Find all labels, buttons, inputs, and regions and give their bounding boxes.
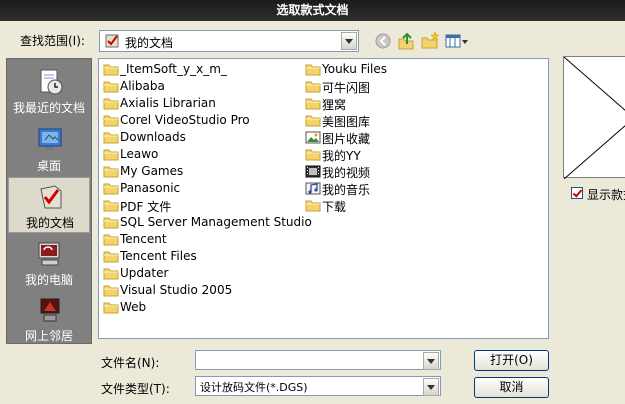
folder-icon	[305, 149, 321, 161]
place-label: 我的文档	[25, 216, 74, 230]
places-bar: 我最近的文档 桌面 我的文档 我的电脑 网上邻居	[6, 58, 92, 344]
place-label: 我最近的文档	[12, 101, 85, 115]
folder-icon	[305, 115, 321, 127]
empty-preview-icon	[563, 56, 625, 180]
filename-field[interactable]	[195, 350, 441, 370]
folder-icon	[305, 64, 321, 76]
filename-input[interactable]	[196, 351, 422, 369]
new-folder-icon[interactable]	[420, 31, 440, 51]
folder-icon	[103, 166, 119, 178]
file-list-item-label: Visual Studio 2005	[120, 283, 233, 297]
place-my-computer[interactable]: 我的电脑	[8, 235, 90, 291]
recent-documents-icon	[40, 69, 63, 95]
place-recent-documents[interactable]: 我最近的文档	[8, 63, 90, 119]
lookin-dropdown-button[interactable]	[341, 32, 357, 50]
my-documents-icon	[40, 185, 62, 209]
open-button[interactable]: 打开(O)	[474, 350, 549, 371]
file-list-item-label: Leawo	[120, 147, 159, 161]
folder-icon	[103, 183, 119, 195]
up-folder-icon[interactable]	[397, 31, 415, 51]
lookin-label: 查找范围(I):	[20, 34, 85, 48]
file-list[interactable]: _ItemSoft_y_x_m_ Alibaba Axialis Librarian…	[98, 58, 549, 339]
file-list-item-label: 狸窝	[322, 98, 347, 112]
file-list-item-label: _ItemSoft_y_x_m_	[120, 62, 227, 76]
file-list-item-label: Web	[120, 300, 147, 314]
place-label: 桌面	[36, 159, 61, 173]
filename-dropdown-button[interactable]	[423, 352, 439, 370]
file-list-item-label: Downloads	[120, 130, 186, 144]
folder-icon	[103, 149, 119, 161]
back-icon[interactable]	[374, 31, 392, 51]
dialog-title: 选取款式文档	[0, 0, 625, 21]
file-list-item-label: 我的视频	[322, 166, 371, 180]
folder-icon	[103, 217, 119, 229]
folder-icon	[305, 200, 321, 212]
folder-icon	[305, 81, 321, 93]
my-computer-icon	[38, 242, 60, 266]
lookin-combo[interactable]: 我的文档	[99, 30, 359, 52]
place-desktop[interactable]: 桌面	[8, 121, 90, 177]
show-preview-checkbox[interactable]	[571, 187, 583, 199]
file-list-item-label: 美图图库	[322, 115, 371, 129]
place-label: 网上邻居	[24, 329, 73, 343]
file-list-item-label: Panasonic	[120, 181, 181, 195]
folder-icon	[103, 285, 119, 297]
filetype-value: 设计放码文件(*.DGS)	[200, 381, 308, 394]
file-list-item-label: 可牛闪图	[322, 81, 371, 95]
file-list-item-label: PDF 文件	[120, 200, 172, 214]
folder-icon	[103, 115, 119, 127]
view-menu-icon[interactable]	[445, 31, 469, 51]
file-list-item-label: 我的YY	[322, 149, 361, 163]
file-list-item-label: Updater	[120, 266, 169, 280]
filetype-dropdown-button[interactable]	[423, 378, 439, 396]
folder-icon	[103, 251, 119, 263]
folder-icon	[103, 302, 119, 314]
file-list-item-label: Tencent Files	[120, 249, 197, 263]
cancel-button[interactable]: 取消	[474, 377, 549, 398]
place-label: 我的电脑	[24, 273, 73, 287]
pictures-folder-icon	[305, 131, 321, 144]
folder-icon	[103, 200, 119, 212]
filetype-label: 文件类型(T):	[101, 382, 170, 396]
my-documents-icon	[105, 34, 119, 48]
filename-label: 文件名(N):	[101, 356, 160, 370]
file-list-item-label: 下载	[322, 200, 347, 214]
folder-icon	[103, 98, 119, 110]
show-preview-label: 显示款式	[587, 188, 625, 202]
preview-panel	[563, 56, 625, 180]
file-list-item-label: Axialis Librarian	[120, 96, 216, 110]
place-network[interactable]: 网上邻居	[8, 291, 90, 347]
music-folder-icon	[305, 182, 321, 195]
file-list-item-label: My Games	[120, 164, 184, 178]
file-list-item-label: 我的音乐	[322, 183, 371, 197]
lookin-value: 我的文档	[125, 36, 174, 50]
video-folder-icon	[305, 165, 321, 178]
folder-icon	[103, 268, 119, 280]
file-list-item-label: Youku Files	[322, 62, 388, 76]
network-places-icon	[40, 298, 60, 322]
place-my-documents[interactable]: 我的文档	[8, 177, 90, 233]
file-list-item-label: Tencent	[120, 232, 167, 246]
file-list-item-label: Alibaba	[120, 79, 165, 93]
file-list-item-label: SQL Server Management Studio	[120, 215, 312, 229]
desktop-icon	[38, 128, 62, 150]
folder-icon	[103, 81, 119, 93]
filetype-select[interactable]: 设计放码文件(*.DGS)	[195, 376, 441, 396]
folder-icon	[103, 64, 119, 76]
folder-icon	[103, 234, 119, 246]
folder-icon	[103, 132, 119, 144]
folder-icon	[305, 98, 321, 110]
file-list-item-label: 图片收藏	[322, 132, 371, 146]
file-list-item-label: Corel VideoStudio Pro	[120, 113, 250, 127]
